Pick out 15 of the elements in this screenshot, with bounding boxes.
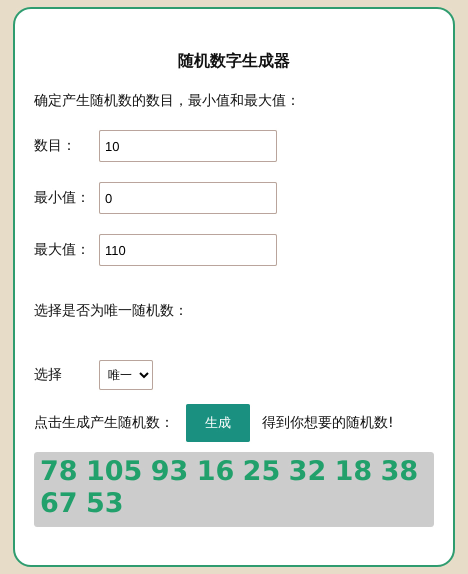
result-numbers: 78 105 93 16 25 32 18 38 67 53 [34, 452, 434, 527]
field-label: 最大值： [34, 241, 91, 259]
generate-button[interactable]: 生成 [186, 404, 250, 442]
input-field[interactable]: 0 [99, 182, 277, 214]
instruction-text: 选择是否为唯一随机数： [34, 302, 189, 320]
page-title: 随机数字生成器 [177, 51, 291, 72]
field-label: 数目： [34, 137, 77, 155]
input-field[interactable]: 110 [99, 234, 277, 266]
input-field[interactable]: 10 [99, 130, 277, 162]
instruction-text: 点击生成产生随机数： [34, 414, 174, 432]
instruction-text: 得到你想要的随机数! [262, 414, 394, 432]
field-label: 最小值： [34, 189, 91, 207]
instruction-text: 确定产生随机数的数目，最小值和最大值： [34, 92, 301, 110]
field-label: 选择 [34, 366, 63, 384]
dropdown[interactable]: 唯一 [99, 360, 153, 390]
